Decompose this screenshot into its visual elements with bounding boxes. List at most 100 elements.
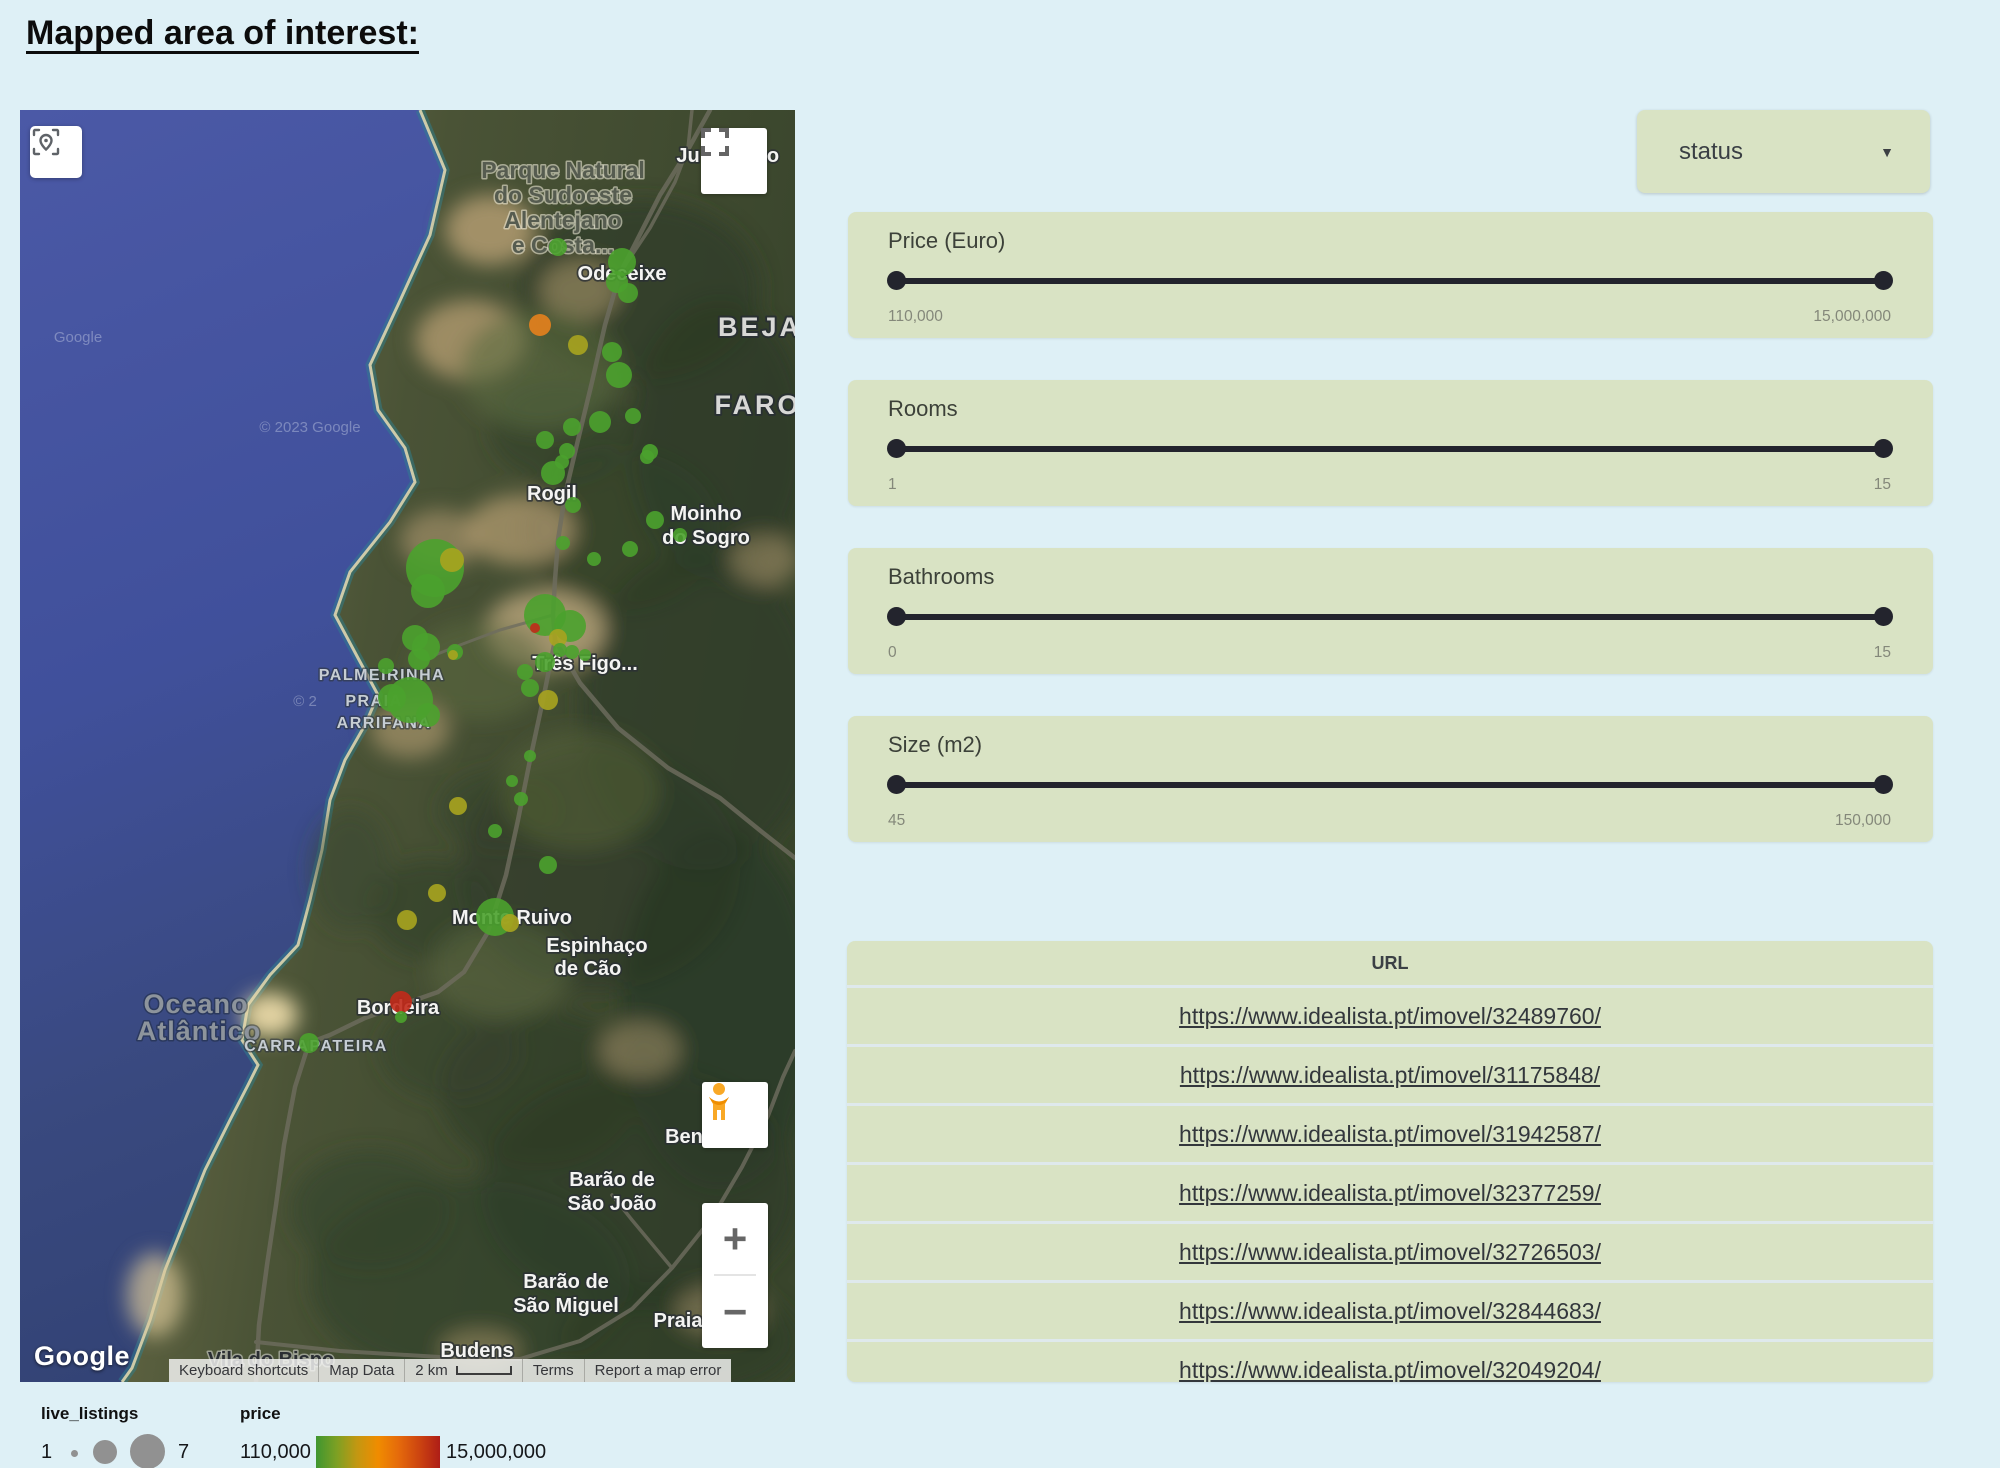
fullscreen-button[interactable] — [701, 128, 767, 194]
zoom-out-button[interactable]: − — [702, 1276, 768, 1347]
map-label: © 2023 Google — [259, 419, 360, 436]
chevron-down-icon: ▼ — [1880, 144, 1894, 160]
listing-marker[interactable] — [568, 335, 588, 355]
listing-marker[interactable] — [646, 511, 664, 529]
listing-marker[interactable] — [440, 548, 464, 572]
listing-marker[interactable] — [625, 408, 641, 424]
listing-marker[interactable] — [549, 238, 567, 256]
listing-marker[interactable] — [408, 648, 430, 670]
price-slider-handle-min[interactable] — [887, 271, 906, 290]
bathrooms-slider-panel: Bathrooms 0 15 — [848, 548, 1933, 674]
listing-marker[interactable] — [589, 411, 611, 433]
listing-marker[interactable] — [488, 824, 502, 838]
listing-marker[interactable] — [517, 664, 533, 680]
listing-marker[interactable] — [390, 991, 412, 1013]
listing-marker[interactable] — [587, 552, 601, 566]
zoom-in-button[interactable]: + — [702, 1203, 768, 1274]
map-data-link[interactable]: Map Data — [318, 1359, 404, 1382]
listing-marker[interactable] — [378, 684, 406, 712]
status-dropdown-label: status — [1679, 138, 1743, 166]
listing-marker[interactable] — [553, 643, 567, 657]
listing-marker[interactable] — [535, 652, 555, 672]
listing-marker[interactable] — [378, 658, 394, 674]
keyboard-shortcuts-link[interactable]: Keyboard shortcuts — [169, 1359, 318, 1382]
listing-marker[interactable] — [565, 497, 581, 513]
rooms-slider-track[interactable] — [896, 446, 1883, 452]
report-map-error-link[interactable]: Report a map error — [584, 1359, 732, 1382]
listing-marker[interactable] — [541, 461, 565, 485]
map-scale: 2 km — [404, 1359, 522, 1382]
listing-marker[interactable] — [514, 792, 528, 806]
bathrooms-slider-handle-min[interactable] — [887, 607, 906, 626]
table-row: https://www.idealista.pt/imovel/31175848… — [847, 1044, 1933, 1103]
listing-marker[interactable] — [565, 645, 579, 659]
map-label: Atlântico — [137, 1016, 262, 1046]
rooms-slider-handle-max[interactable] — [1874, 439, 1893, 458]
listing-marker[interactable] — [397, 910, 417, 930]
rooms-slider-handle-min[interactable] — [887, 439, 906, 458]
size-slider-handle-max[interactable] — [1874, 775, 1893, 794]
area-of-interest-button[interactable] — [30, 126, 82, 178]
listing-marker[interactable] — [448, 650, 458, 660]
listing-marker[interactable] — [449, 797, 467, 815]
listing-marker[interactable] — [563, 418, 581, 436]
listing-marker[interactable] — [618, 283, 638, 303]
listing-marker[interactable] — [539, 856, 557, 874]
listing-marker[interactable] — [606, 362, 632, 388]
listing-marker[interactable] — [521, 679, 539, 697]
map-label: Barão de — [569, 1169, 655, 1191]
listing-marker[interactable] — [556, 536, 570, 550]
page: Mapped area of interest: — [0, 0, 2000, 1468]
listing-marker[interactable] — [602, 342, 622, 362]
listing-marker[interactable] — [506, 775, 518, 787]
listing-link[interactable]: https://www.idealista.pt/imovel/32726503… — [1179, 1239, 1601, 1266]
price-slider-handle-max[interactable] — [1874, 271, 1893, 290]
map-label: Espinhaço — [546, 935, 647, 957]
listing-marker[interactable] — [538, 690, 558, 710]
listing-marker[interactable] — [622, 541, 638, 557]
listing-marker[interactable] — [673, 528, 687, 542]
listing-marker[interactable] — [608, 248, 636, 276]
listing-marker[interactable] — [411, 574, 445, 608]
listing-link[interactable]: https://www.idealista.pt/imovel/31175848… — [1180, 1062, 1600, 1089]
listing-link[interactable]: https://www.idealista.pt/imovel/32844683… — [1179, 1298, 1601, 1325]
listing-marker[interactable] — [579, 649, 591, 661]
listing-marker[interactable] — [395, 1011, 407, 1023]
map-label: Praia — [654, 1310, 704, 1332]
url-table: URL https://www.idealista.pt/imovel/3248… — [847, 941, 1933, 1382]
listing-marker[interactable] — [416, 703, 440, 727]
listing-marker[interactable] — [299, 1033, 319, 1053]
listing-link[interactable]: https://www.idealista.pt/imovel/31942587… — [1179, 1121, 1601, 1148]
listing-link[interactable]: https://www.idealista.pt/imovel/32377259… — [1179, 1180, 1601, 1207]
bathrooms-slider-track[interactable] — [896, 614, 1883, 620]
size-slider-label: Size (m2) — [888, 732, 982, 758]
listing-marker[interactable] — [536, 431, 554, 449]
status-dropdown[interactable]: status ▼ — [1637, 110, 1930, 193]
listing-marker[interactable] — [529, 314, 551, 336]
listing-marker[interactable] — [640, 450, 654, 464]
zoom-control: + − — [702, 1203, 768, 1348]
listing-marker[interactable] — [428, 884, 446, 902]
price-gradient-bar — [316, 1436, 440, 1468]
listing-link[interactable]: https://www.idealista.pt/imovel/32049204… — [1179, 1357, 1601, 1383]
map-label: FARO — [714, 390, 795, 420]
price-slider-track[interactable] — [896, 278, 1883, 284]
url-table-header: URL — [847, 941, 1933, 985]
listing-marker[interactable] — [501, 914, 519, 932]
rooms-slider-panel: Rooms 1 15 — [848, 380, 1933, 506]
price-min-value: 110,000 — [888, 308, 943, 326]
size-slider-track[interactable] — [896, 782, 1883, 788]
size-slider-handle-min[interactable] — [887, 775, 906, 794]
table-row: https://www.idealista.pt/imovel/32489760… — [847, 985, 1933, 1044]
table-row: https://www.idealista.pt/imovel/32377259… — [847, 1162, 1933, 1221]
terms-link[interactable]: Terms — [522, 1359, 584, 1382]
google-logo[interactable]: Google — [34, 1341, 130, 1372]
map[interactable]: Parque Naturaldo SudoesteAlentejanoe Cos… — [20, 110, 795, 1382]
listing-link[interactable]: https://www.idealista.pt/imovel/32489760… — [1179, 1003, 1601, 1030]
satellite-map-image: Parque Naturaldo SudoesteAlentejanoe Cos… — [20, 110, 795, 1382]
listing-marker[interactable] — [524, 750, 536, 762]
scale-label: 2 km — [415, 1362, 448, 1379]
bathrooms-slider-handle-max[interactable] — [1874, 607, 1893, 626]
listing-marker[interactable] — [530, 623, 540, 633]
pegman-button[interactable] — [702, 1082, 768, 1148]
